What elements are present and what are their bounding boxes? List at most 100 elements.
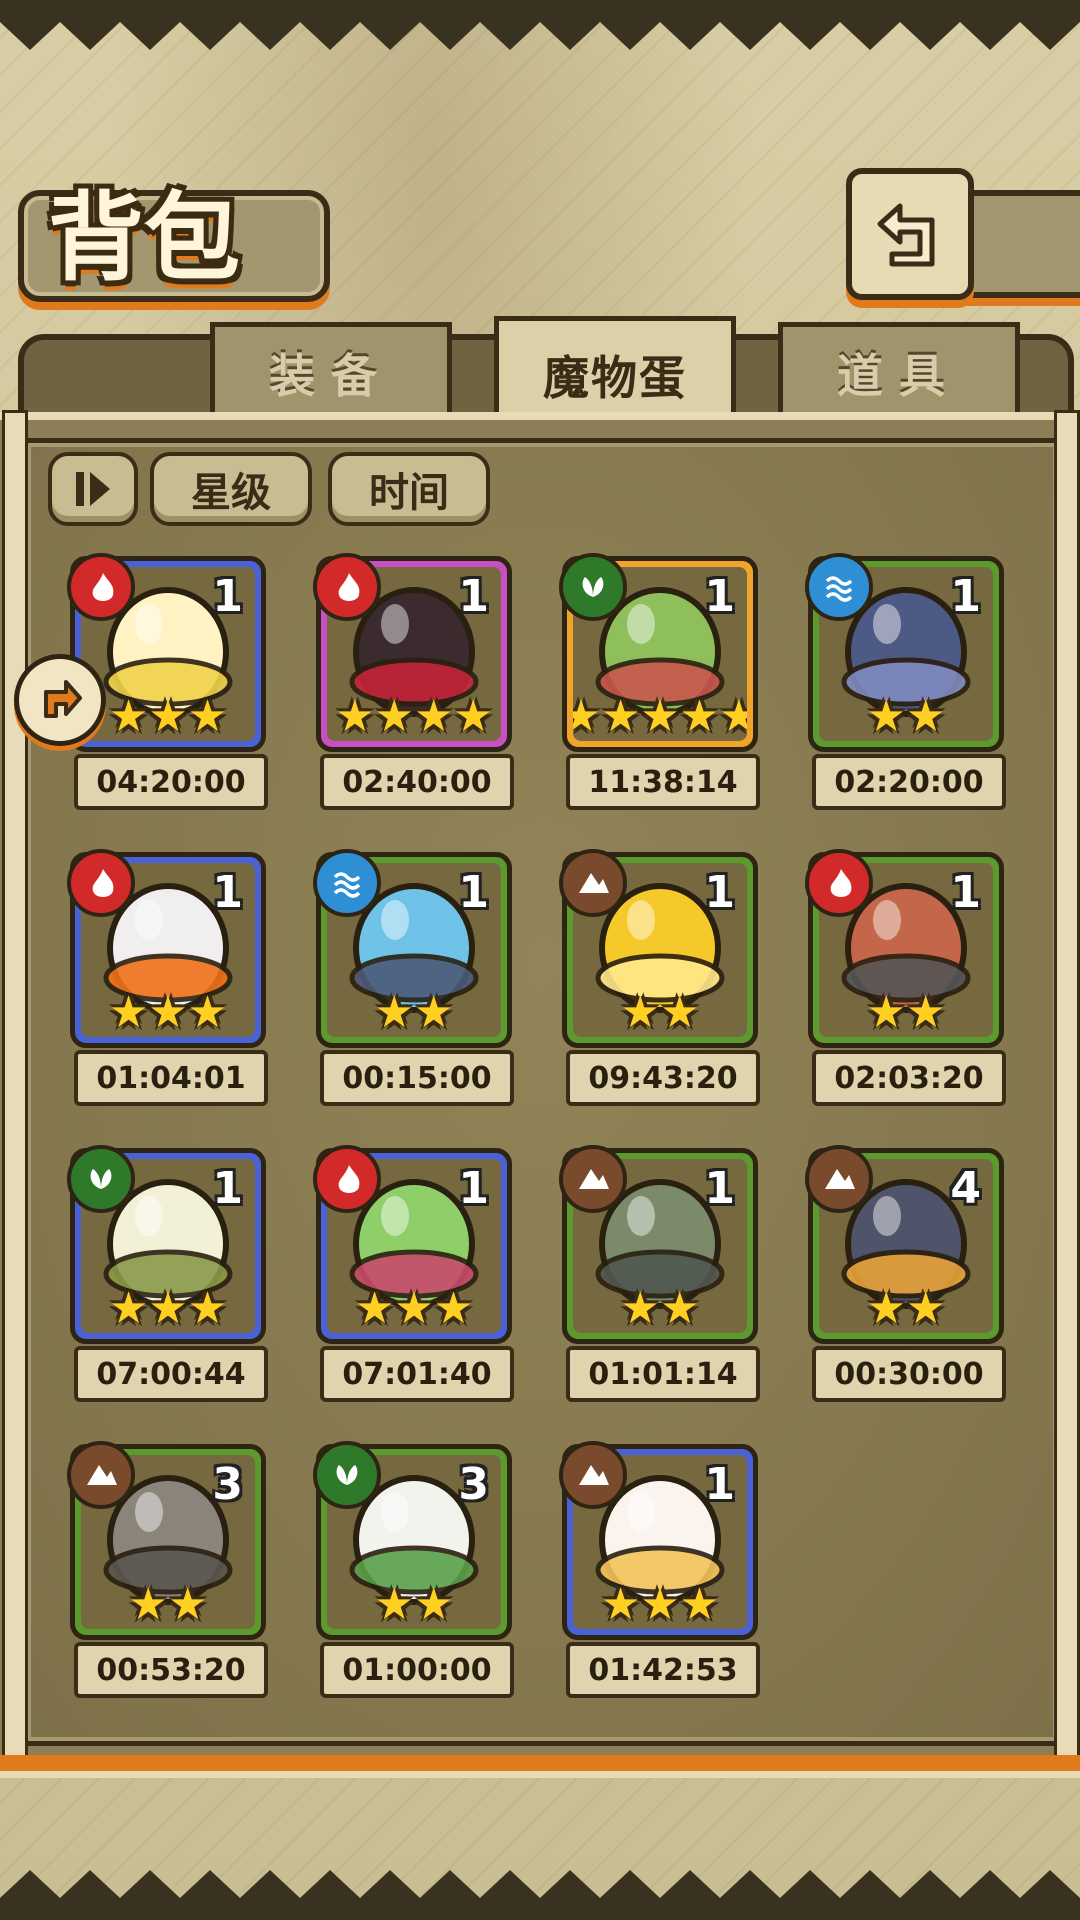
egg-star-rating: ★★★★: [327, 695, 501, 739]
leaf-element-icon: [559, 553, 627, 621]
egg-hatch-timer: 09:43:20: [566, 1050, 760, 1106]
egg-card[interactable]: 3 ★★: [313, 1441, 512, 1640]
leaf-element-icon: [313, 1441, 381, 1509]
star-rating-stars: ★★: [374, 1579, 454, 1629]
egg-card[interactable]: 1 ★★★: [67, 1145, 266, 1344]
egg-card[interactable]: 3 ★★: [67, 1441, 266, 1640]
bottom-sawtooth-border: [0, 1870, 1080, 1920]
egg-star-rating: ★★★: [81, 1287, 255, 1331]
panel-left-post: [2, 410, 28, 1766]
egg-hatch-timer: 07:00:44: [74, 1346, 268, 1402]
egg-card[interactable]: 1 ★★: [313, 849, 512, 1048]
egg-count: 1: [704, 1459, 735, 1510]
egg-count: 1: [704, 571, 735, 622]
egg-count: 1: [704, 867, 735, 918]
egg-star-rating: ★★: [573, 991, 747, 1035]
star-rating-stars: ★★★: [108, 691, 228, 741]
egg-card[interactable]: 1 ★★★★: [313, 553, 512, 752]
egg-hatch-timer: 01:01:14: [566, 1346, 760, 1402]
star-rating-stars: ★★: [866, 1283, 946, 1333]
egg-card[interactable]: 1 ★★: [559, 849, 758, 1048]
fire-element-icon: [313, 553, 381, 621]
egg-count: 1: [950, 571, 981, 622]
egg-count: 1: [458, 1163, 489, 1214]
star-rating-stars: ★★: [620, 1283, 700, 1333]
egg-star-rating: ★★: [327, 1583, 501, 1627]
star-rating-stars: ★★: [866, 987, 946, 1037]
egg-count: 1: [212, 1163, 243, 1214]
egg-star-rating: ★★: [819, 991, 993, 1035]
earth-element-icon: [805, 1145, 873, 1213]
egg-star-rating: ★★★★★: [573, 695, 747, 739]
egg-card[interactable]: 1 ★★: [805, 553, 1004, 752]
sort-by-time-label: 时间: [369, 470, 449, 516]
egg-count: 1: [212, 867, 243, 918]
egg-hatch-timer: 11:38:14: [566, 754, 760, 810]
egg-card[interactable]: 1 ★★★: [67, 849, 266, 1048]
star-rating-stars: ★★: [620, 987, 700, 1037]
star-rating-stars: ★★★: [600, 1579, 720, 1629]
tab-equipment[interactable]: 装备: [210, 322, 452, 424]
egg-hatch-timer: 01:42:53: [566, 1642, 760, 1698]
egg-hatch-timer: 00:30:00: [812, 1346, 1006, 1402]
star-rating-stars: ★★: [128, 1579, 208, 1629]
back-button[interactable]: [846, 168, 974, 300]
egg-hatch-timer: 00:15:00: [320, 1050, 514, 1106]
egg-hatch-timer: 00:53:20: [74, 1642, 268, 1698]
egg-card[interactable]: 1 ★★: [805, 849, 1004, 1048]
fire-element-icon: [67, 849, 135, 917]
egg-hatch-timer: 01:00:00: [320, 1642, 514, 1698]
earth-element-icon: [559, 849, 627, 917]
panel-right-post: [1054, 410, 1080, 1766]
sort-by-time-button[interactable]: 时间: [328, 452, 490, 526]
egg-card[interactable]: 1 ★★★: [313, 1145, 512, 1344]
sort-by-star-button[interactable]: 星级: [150, 452, 312, 526]
fire-element-icon: [313, 1145, 381, 1213]
tab-items-label: 道具: [837, 349, 961, 403]
tab-items[interactable]: 道具: [778, 322, 1020, 424]
panel-bottom-trim: [0, 1755, 1080, 1771]
egg-count: 1: [212, 571, 243, 622]
star-rating-stars: ★★★★: [335, 691, 493, 741]
star-rating-stars: ★★★: [108, 987, 228, 1037]
egg-count: 1: [950, 867, 981, 918]
sort-by-star-label: 星级: [191, 470, 271, 516]
egg-count: 3: [458, 1459, 489, 1510]
water-element-icon: [805, 553, 873, 621]
egg-hatch-timer: 02:20:00: [812, 754, 1006, 810]
egg-hatch-timer: 02:03:20: [812, 1050, 1006, 1106]
page-title: 背包: [48, 181, 240, 294]
egg-star-rating: ★★★: [81, 695, 255, 739]
egg-star-rating: ★★: [327, 991, 501, 1035]
egg-hatch-timer: 01:04:01: [74, 1050, 268, 1106]
egg-card[interactable]: 1 ★★★: [559, 1441, 758, 1640]
egg-star-rating: ★★★: [81, 991, 255, 1035]
egg-card[interactable]: 4 ★★: [805, 1145, 1004, 1344]
egg-card[interactable]: 1 ★★: [559, 1145, 758, 1344]
corner-arrow-icon: [44, 680, 82, 718]
leaf-element-icon: [67, 1145, 135, 1213]
tab-monster-eggs-label: 魔物蛋: [543, 351, 687, 405]
sort-order-button[interactable]: [48, 452, 138, 526]
egg-star-rating: ★★: [819, 1287, 993, 1331]
side-shortcut-button[interactable]: [14, 654, 106, 746]
star-rating-stars: ★★: [374, 987, 454, 1037]
tab-equipment-label: 装备: [269, 349, 393, 403]
egg-count: 1: [458, 571, 489, 622]
egg-star-rating: ★★★: [573, 1583, 747, 1627]
egg-count: 4: [950, 1163, 981, 1214]
fire-element-icon: [67, 553, 135, 621]
star-rating-stars: ★★★★★: [573, 691, 747, 741]
egg-card[interactable]: 1 ★★★★★: [559, 553, 758, 752]
earth-element-icon: [67, 1441, 135, 1509]
top-sawtooth-border: [0, 0, 1080, 50]
earth-element-icon: [559, 1441, 627, 1509]
back-arrow-icon: [877, 203, 935, 267]
star-rating-stars: ★★★: [354, 1283, 474, 1333]
egg-hatch-timer: 04:20:00: [74, 754, 268, 810]
earth-element-icon: [559, 1145, 627, 1213]
egg-count: 3: [212, 1459, 243, 1510]
egg-hatch-timer: 07:01:40: [320, 1346, 514, 1402]
egg-star-rating: ★★: [573, 1287, 747, 1331]
star-rating-stars: ★★★: [108, 1283, 228, 1333]
